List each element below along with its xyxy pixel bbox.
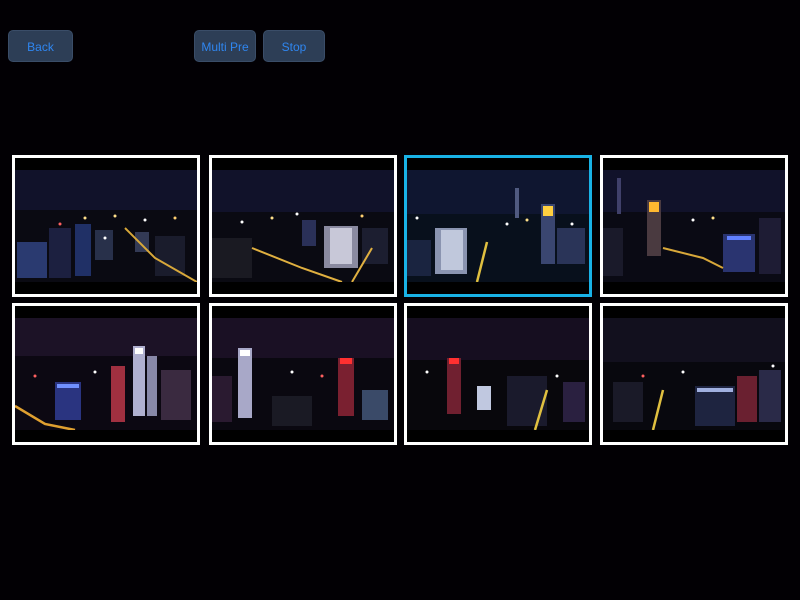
night-city-image [212, 158, 394, 294]
thumbnail-8[interactable] [600, 303, 788, 445]
night-city-image [407, 158, 589, 294]
night-city-image [212, 306, 394, 442]
back-button[interactable]: Back [8, 30, 73, 62]
thumbnail-5[interactable] [12, 303, 200, 445]
stop-button[interactable]: Stop [263, 30, 325, 62]
preview-screen: Back Multi Pre Stop [0, 0, 800, 600]
night-city-image [15, 158, 197, 294]
thumbnail-grid [12, 155, 790, 445]
thumbnail-1[interactable] [12, 155, 200, 297]
thumbnail-2[interactable] [209, 155, 397, 297]
thumbnail-7[interactable] [404, 303, 592, 445]
thumbnail-4[interactable] [600, 155, 788, 297]
night-city-image [603, 306, 785, 442]
thumbnail-3-selected[interactable] [404, 155, 592, 297]
night-city-image [603, 158, 785, 294]
night-city-image [15, 306, 197, 442]
thumbnail-6[interactable] [209, 303, 397, 445]
night-city-image [407, 306, 589, 442]
multi-pre-button[interactable]: Multi Pre [194, 30, 256, 62]
